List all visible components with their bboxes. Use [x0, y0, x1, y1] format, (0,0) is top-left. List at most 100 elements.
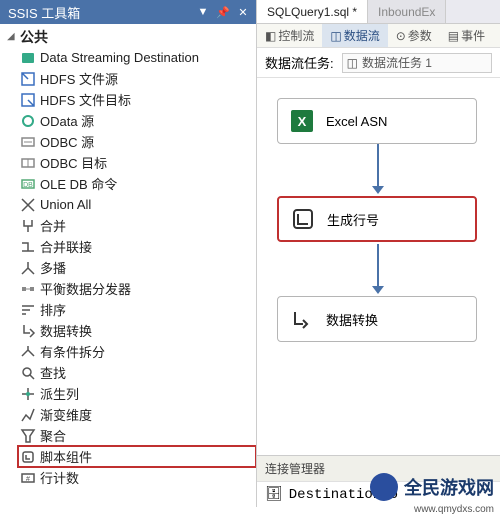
toolbox-item[interactable]: 合并联接	[18, 236, 256, 257]
toolbox-item-label: OLE DB 命令	[40, 174, 117, 193]
toolbox-item[interactable]: 查找	[18, 362, 256, 383]
close-icon[interactable]: ✕	[234, 3, 252, 21]
collapse-icon[interactable]: ◢	[6, 31, 16, 42]
toolbox-item[interactable]: 聚合	[18, 425, 256, 446]
component-icon	[20, 365, 36, 381]
task-selector[interactable]: ◫ 数据流任务 1	[342, 53, 492, 73]
component-icon	[20, 134, 36, 150]
tab-inbound[interactable]: InboundEx	[368, 0, 446, 23]
subtab-params[interactable]: ⊙ 参数	[388, 24, 440, 47]
component-icon	[20, 155, 36, 171]
toolbox-item-label: ODBC 源	[40, 132, 94, 151]
arrowhead-icon	[372, 286, 384, 294]
tab-label: InboundEx	[378, 5, 435, 19]
designer-tabs: ◧ 控制流 ◫ 数据流 ⊙ 参数 ▤ 事件	[257, 24, 500, 48]
component-icon: DB	[20, 176, 36, 192]
tab-sqlquery[interactable]: SQLQuery1.sql *	[257, 0, 368, 23]
node-generate-rownum[interactable]: 生成行号	[277, 196, 477, 242]
toolbox-item-label: 派生列	[40, 384, 79, 403]
component-icon	[20, 281, 36, 297]
subtab-events[interactable]: ▤ 事件	[440, 24, 493, 47]
toolbox-item-label: 合并	[40, 216, 66, 235]
toolbox-panel: SSIS 工具箱 ▼ 📌 ✕ ◢ 公共 Data Streaming Desti…	[0, 0, 257, 507]
toolbox-item-label: 聚合	[40, 426, 66, 445]
toolbox-item[interactable]: HDFS 文件源	[18, 68, 256, 89]
tree-root-public[interactable]: ◢ 公共	[4, 26, 256, 47]
toolbox-item[interactable]: DBOLE DB 命令	[18, 173, 256, 194]
toolbox-item-label: 查找	[40, 363, 66, 382]
toolbox-item[interactable]: Data Streaming Destination	[18, 47, 256, 68]
toolbox-header: SSIS 工具箱 ▼ 📌 ✕	[0, 0, 256, 24]
toolbox-item[interactable]: ODBC 源	[18, 131, 256, 152]
toolbox-item[interactable]: 脚本组件	[18, 446, 256, 467]
toolbox-item-label: Union All	[40, 197, 91, 212]
component-icon	[20, 344, 36, 360]
dropdown-icon[interactable]: ▼	[194, 3, 212, 21]
task-label: 数据流任务:	[265, 53, 334, 72]
toolbox-item[interactable]: 派生列	[18, 383, 256, 404]
events-icon: ▤	[448, 29, 459, 43]
svg-text:#: #	[26, 476, 30, 483]
subtab-label: 数据流	[344, 27, 380, 44]
component-icon	[20, 260, 36, 276]
toolbox-item-label: 平衡数据分发器	[40, 279, 131, 298]
toolbox-item[interactable]: Union All	[18, 194, 256, 215]
convert-icon	[288, 305, 316, 333]
arrowhead-icon	[372, 186, 384, 194]
node-excel-asn[interactable]: X Excel ASN	[277, 98, 477, 144]
subtab-label: 参数	[408, 27, 432, 44]
toolbox-item-label: Data Streaming Destination	[40, 50, 199, 65]
svg-text:X: X	[298, 114, 307, 129]
script-icon	[289, 205, 317, 233]
toolbox-item-label: OData 源	[40, 111, 94, 130]
toolbox-body: ◢ 公共 Data Streaming Destination HDFS 文件源H…	[0, 24, 256, 507]
toolbox-item[interactable]: 平衡数据分发器	[18, 278, 256, 299]
toolbox-item[interactable]: 渐变维度	[18, 404, 256, 425]
component-icon	[20, 386, 36, 402]
subtab-data-flow[interactable]: ◫ 数据流	[322, 24, 387, 47]
node-label: Excel ASN	[326, 114, 387, 129]
task-icon: ◫	[347, 56, 358, 70]
toolbox-item-label: 排序	[40, 300, 66, 319]
watermark-logo-icon	[370, 473, 398, 501]
design-canvas[interactable]: X Excel ASN 生成行号 数据转换	[257, 78, 500, 455]
toolbox-item[interactable]: 合并	[18, 215, 256, 236]
node-data-conversion[interactable]: 数据转换	[277, 296, 477, 342]
connector[interactable]	[377, 144, 379, 186]
task-selector-bar: 数据流任务: ◫ 数据流任务 1	[257, 48, 500, 78]
toolbox-item[interactable]: ODBC 目标	[18, 152, 256, 173]
toolbox-item-label: 脚本组件	[40, 447, 92, 466]
database-icon: 🗄	[265, 486, 283, 503]
toolbox-item[interactable]: 有条件拆分	[18, 341, 256, 362]
toolbox-title: SSIS 工具箱	[8, 3, 192, 22]
watermark-url: www.qmydxs.com	[414, 504, 494, 515]
toolbox-item[interactable]: OData 源	[18, 110, 256, 131]
component-icon	[20, 449, 36, 465]
toolbox-item[interactable]: 数据转换	[18, 320, 256, 341]
watermark-text: 全民游戏网	[404, 474, 494, 500]
component-icon	[20, 218, 36, 234]
data-flow-icon: ◫	[330, 29, 341, 43]
toolbox-item[interactable]: HDFS 文件目标	[18, 89, 256, 110]
component-icon	[20, 71, 36, 87]
toolbox-item-label: 数据转换	[40, 321, 92, 340]
toolbox-item-label: 渐变维度	[40, 405, 92, 424]
subtab-control-flow[interactable]: ◧ 控制流	[257, 24, 322, 47]
toolbox-item[interactable]: #行计数	[18, 467, 256, 488]
toolbox-item-label: ODBC 目标	[40, 153, 107, 172]
node-label: 生成行号	[327, 210, 379, 229]
control-flow-icon: ◧	[265, 29, 276, 43]
component-icon	[20, 407, 36, 423]
toolbox-item-label: 有条件拆分	[40, 342, 105, 361]
toolbox-item-label: 多播	[40, 258, 66, 277]
component-icon: #	[20, 470, 36, 486]
subtab-label: 控制流	[278, 27, 314, 44]
params-icon: ⊙	[396, 29, 406, 43]
task-value: 数据流任务 1	[362, 54, 432, 71]
connector[interactable]	[377, 244, 379, 286]
toolbox-item[interactable]: 多播	[18, 257, 256, 278]
toolbox-item[interactable]: 排序	[18, 299, 256, 320]
pin-icon[interactable]: 📌	[214, 3, 232, 21]
toolbox-item-label: HDFS 文件源	[40, 69, 118, 88]
toolbox-item-label: 合并联接	[40, 237, 92, 256]
